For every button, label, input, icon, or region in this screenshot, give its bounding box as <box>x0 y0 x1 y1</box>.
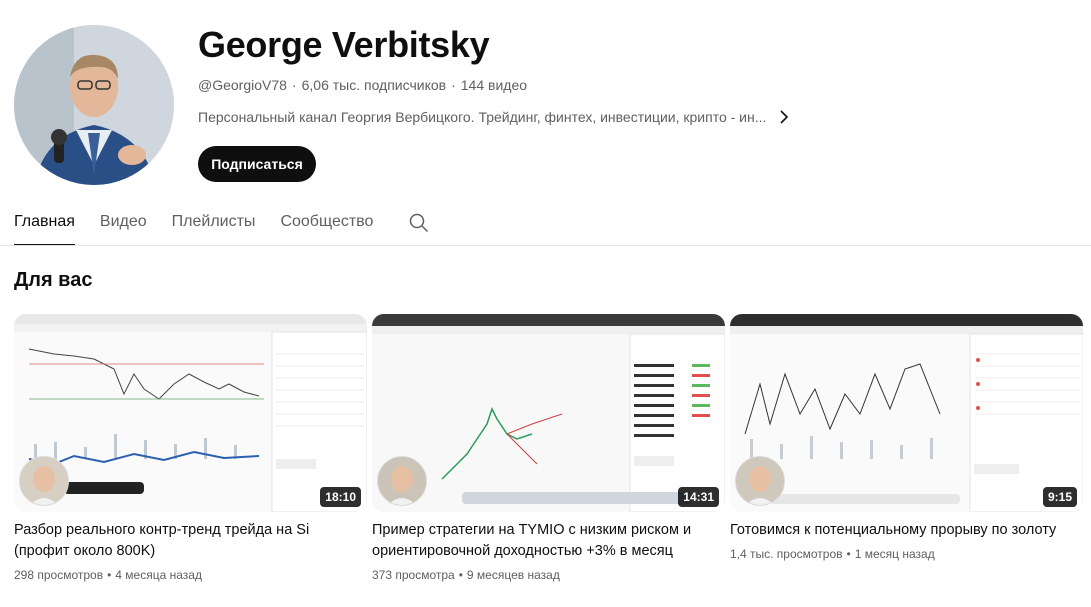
video-thumbnail[interactable]: 9:15 <box>730 314 1083 512</box>
tabs-divider <box>0 245 1091 246</box>
video-thumbnail[interactable]: 14:31 <box>372 314 725 512</box>
video-meta: 373 просмотра • 9 месяцев назад <box>372 568 725 582</box>
channel-name: George Verbitsky <box>198 24 490 65</box>
meta-separator: • <box>107 568 112 582</box>
video-duration: 18:10 <box>320 487 361 507</box>
video-title[interactable]: Готовимся к потенциальному прорыву по зо… <box>730 520 1083 541</box>
video-age: 9 месяцев назад <box>466 568 560 582</box>
channel-tabs: Главная Видео Плейлисты Сообщество <box>14 200 431 246</box>
chevron-right-icon[interactable] <box>776 109 792 125</box>
video-meta: 298 просмотров • 4 месяца назад <box>14 568 367 582</box>
meta-separator: • <box>458 568 463 582</box>
video-views: 1,4 тыс. просмотров <box>730 547 843 561</box>
channel-avatar <box>14 25 174 185</box>
presenter-face <box>377 456 427 506</box>
channel-handle: @GeorgioV78 <box>198 77 287 93</box>
video-card[interactable]: 9:15 Готовимся к потенциальному прорыву … <box>730 314 1083 561</box>
search-icon[interactable] <box>407 211 431 235</box>
video-duration: 9:15 <box>1042 487 1077 507</box>
video-title[interactable]: Пример стратегии на TYMIO с низким риско… <box>372 520 725 562</box>
description-text: Персональный канал Георгия Вербицкого. Т… <box>198 109 767 125</box>
meta-separator: · <box>291 77 297 93</box>
video-meta: 1,4 тыс. просмотров • 1 месяц назад <box>730 547 1083 561</box>
tab-videos[interactable]: Видео <box>100 200 147 233</box>
meta-separator: · <box>451 77 456 93</box>
presenter-face <box>735 456 785 506</box>
video-age: 4 месяца назад <box>115 568 202 582</box>
channel-meta: @GeorgioV78 · 6,06 тыс. подписчиков · 144 ви… <box>198 77 527 93</box>
video-age: 1 месяц назад <box>854 547 935 561</box>
video-views: 298 просмотров <box>14 568 104 582</box>
section-title: Для вас <box>14 269 93 291</box>
video-duration: 14:31 <box>678 487 719 507</box>
subscribe-button[interactable]: Подписаться <box>198 146 316 182</box>
presenter-face <box>19 456 69 506</box>
tab-playlists[interactable]: Плейлисты <box>172 200 256 233</box>
channel-description[interactable]: Персональный канал Георгия Вербицкого. Т… <box>198 109 792 125</box>
tab-home[interactable]: Главная <box>14 200 75 246</box>
video-views: 373 просмотра <box>372 568 455 582</box>
video-thumbnail[interactable]: 18:10 <box>14 314 367 512</box>
subscriber-count: 6,06 тыс. подписчиков <box>301 77 447 93</box>
tab-community[interactable]: Сообщество <box>280 200 373 233</box>
meta-separator: • <box>846 547 851 561</box>
video-title[interactable]: Разбор реального контр-тренд трейда на S… <box>14 520 367 562</box>
video-card[interactable]: 18:10 Разбор реального контр-тренд трейд… <box>14 314 367 582</box>
video-card[interactable]: 14:31 Пример стратегии на TYMIO с низким… <box>372 314 725 582</box>
video-count: 144 видео <box>460 77 528 93</box>
